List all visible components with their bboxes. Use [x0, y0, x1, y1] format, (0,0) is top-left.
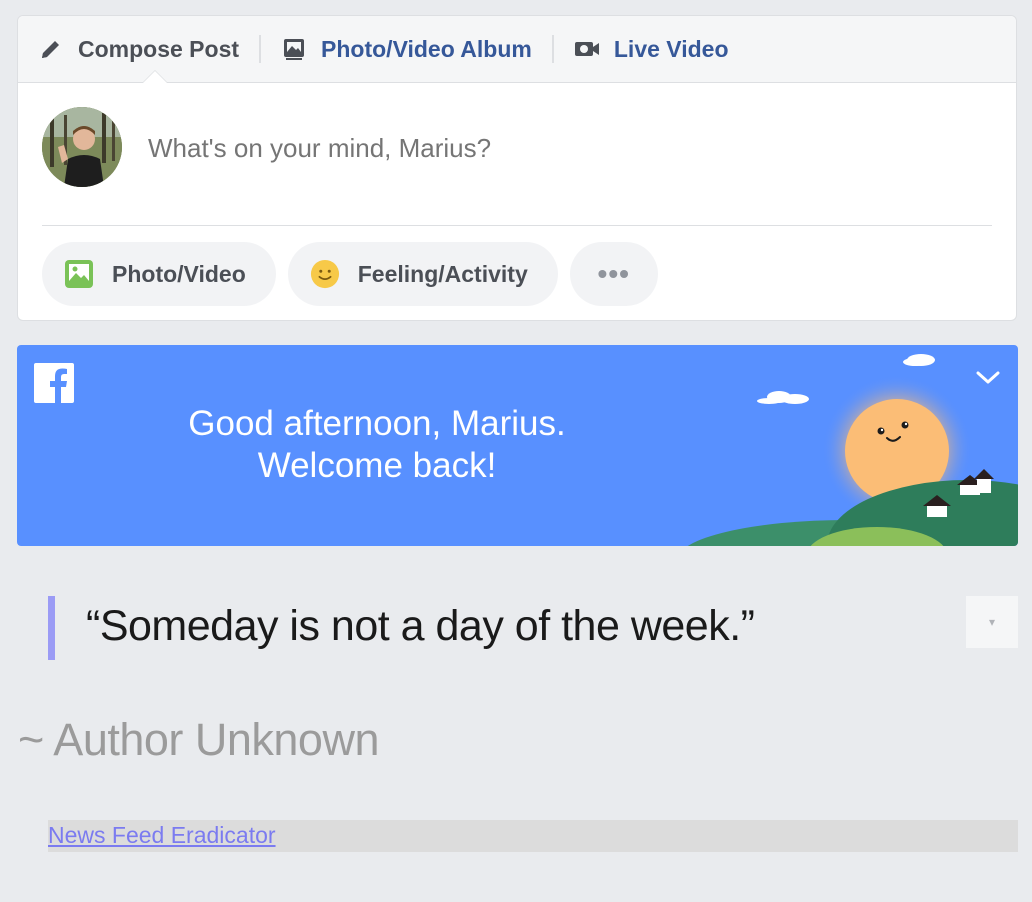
- chevron-down-icon[interactable]: [974, 367, 1002, 387]
- quote-accent-bar: [48, 596, 55, 660]
- status-input[interactable]: [148, 133, 848, 164]
- composer-actions: Photo/Video Feeling/Activity •••: [42, 242, 658, 306]
- tab-live-video[interactable]: Live Video: [574, 36, 729, 63]
- photo-album-icon: [281, 36, 307, 62]
- house-icon: [974, 469, 994, 493]
- news-feed-eradicator-link[interactable]: News Feed Eradicator: [48, 822, 276, 849]
- composer-body: [18, 83, 1016, 227]
- caret-down-icon: ▾: [988, 615, 996, 629]
- greeting-banner: Good afternoon, Marius. Welcome back!: [17, 345, 1018, 546]
- feeling-activity-button[interactable]: Feeling/Activity: [287, 242, 558, 306]
- tab-label: Photo/Video Album: [321, 35, 532, 62]
- tab-compose-post[interactable]: Compose Post: [38, 36, 239, 63]
- facebook-logo-icon: [34, 363, 74, 403]
- greeting-line-1: Good afternoon, Marius.: [188, 404, 566, 443]
- composer-tabs: Compose Post Photo/Video Album Live Vide…: [18, 16, 1016, 83]
- photo-video-label: Photo/Video: [112, 260, 246, 287]
- tab-photo-video-album[interactable]: Photo/Video Album: [281, 36, 532, 63]
- cloud-icon: [903, 354, 935, 366]
- smiley-icon: [310, 259, 340, 289]
- cloud-icon: [757, 391, 809, 404]
- quote-options-button[interactable]: ▾: [966, 596, 1018, 648]
- pencil-icon: [38, 36, 64, 62]
- greeting-text: Good afternoon, Marius. Welcome back!: [127, 403, 627, 487]
- active-tab-caret: [142, 70, 168, 83]
- tab-label: Compose Post: [78, 35, 240, 62]
- photo-icon: [64, 259, 94, 289]
- quote-text: “Someday is not a day of the week.”: [86, 602, 755, 650]
- feeling-activity-label: Feeling/Activity: [357, 260, 528, 287]
- video-camera-icon: [574, 36, 600, 62]
- tab-label: Live Video: [613, 35, 729, 62]
- quote-author: ~ Author Unknown: [18, 714, 380, 765]
- tab-separator: [551, 35, 554, 63]
- more-icon: •••: [597, 258, 630, 289]
- more-options-button[interactable]: •••: [569, 242, 658, 306]
- post-composer: Compose Post Photo/Video Album Live Vide…: [17, 15, 1017, 321]
- divider: [42, 225, 992, 226]
- tab-separator: [259, 35, 262, 63]
- avatar[interactable]: [42, 107, 122, 187]
- greeting-line-2: Welcome back!: [257, 446, 497, 485]
- photo-video-button[interactable]: Photo/Video: [42, 242, 276, 306]
